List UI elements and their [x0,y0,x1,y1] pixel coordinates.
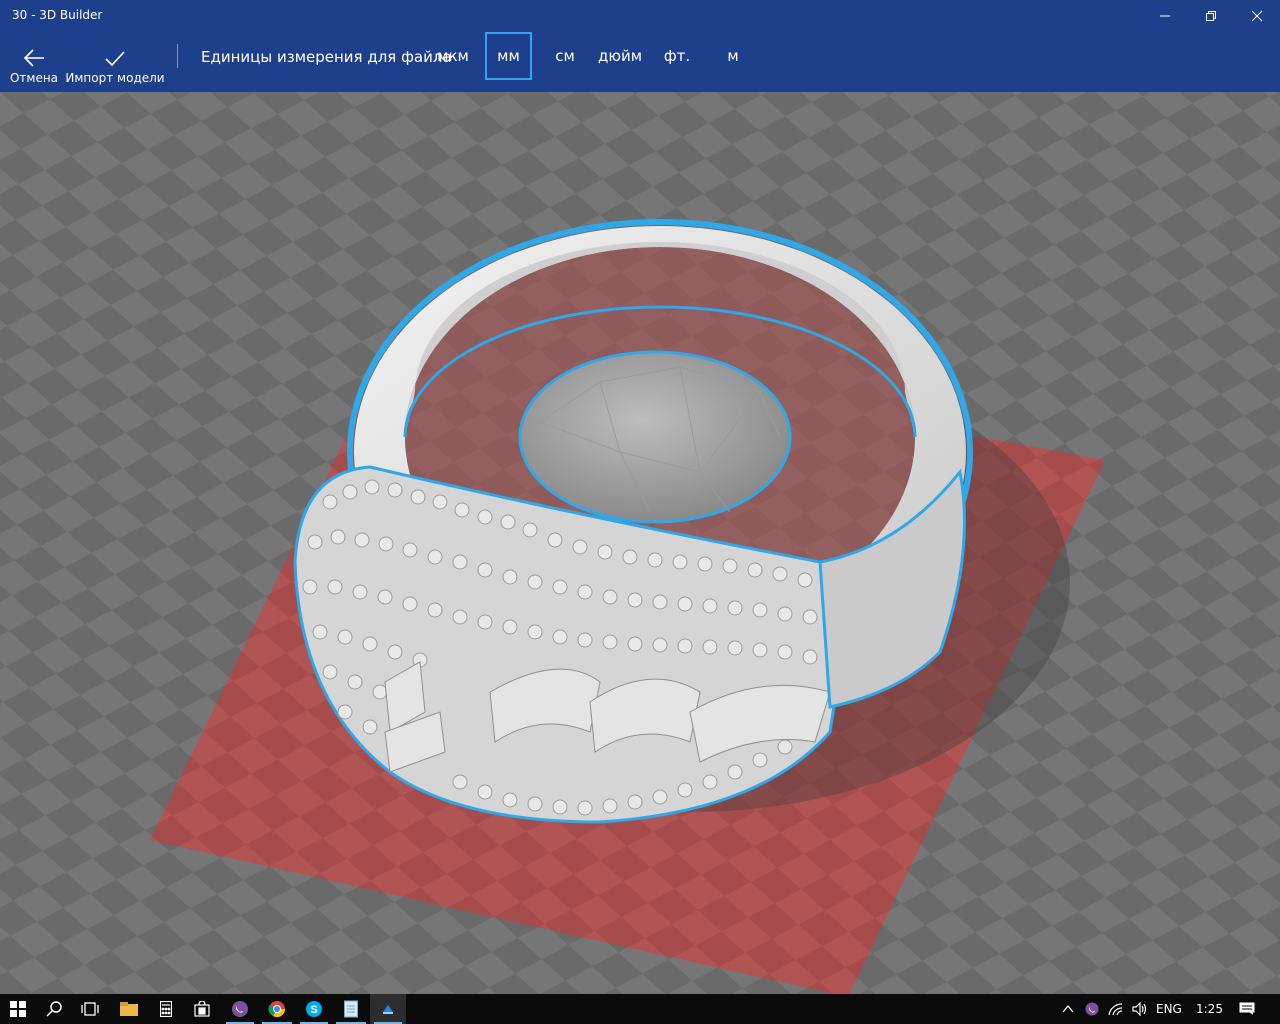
taskbar-file-explorer[interactable] [110,994,148,1024]
notifications-icon [1239,1002,1255,1015]
minimize-icon [1160,15,1170,17]
tray-viber[interactable] [1080,994,1104,1024]
viber-icon [1085,1002,1099,1016]
restore-button[interactable] [1188,0,1234,32]
action-center-button[interactable] [1232,994,1262,1024]
checkmark-icon [105,51,125,67]
start-button[interactable] [0,994,36,1024]
taskbar-calculator[interactable] [148,994,184,1024]
taskbar-store[interactable] [184,994,220,1024]
viber-icon [232,1001,248,1017]
units-label: Единицы измерения для файла [201,48,452,66]
cancel-label: Отмена [9,71,59,85]
toolbar-separator [177,44,178,68]
back-arrow-icon [23,49,44,67]
windows-icon [10,1001,26,1017]
chevron-up-icon [1062,1005,1074,1013]
taskbar-notepad[interactable] [332,994,370,1024]
notepad-icon [344,1000,358,1018]
svg-text:S: S [310,1004,317,1016]
task-view-button[interactable] [72,994,108,1024]
window-title: 30 - 3D Builder [12,8,103,22]
close-button[interactable] [1234,0,1280,32]
taskbar: S ENG 1:25 [0,994,1280,1024]
unit-option-mm[interactable]: мм [485,32,532,80]
language-indicator[interactable]: ENG [1156,1002,1182,1016]
close-icon [1251,10,1263,22]
unit-option-cm[interactable]: см [548,32,582,80]
file-explorer-icon [120,1002,138,1016]
3d-viewport[interactable] [0,92,1280,994]
search-icon [46,1001,62,1017]
tray-volume[interactable] [1128,994,1152,1024]
taskbar-chrome[interactable] [258,994,296,1024]
unit-option-ft[interactable]: фт. [660,32,694,80]
scene [0,92,1280,994]
tray-overflow-button[interactable] [1056,994,1080,1024]
chrome-icon [268,1001,286,1018]
unit-option-inch[interactable]: дюйм [596,32,644,80]
import-model-button[interactable]: Импорт модели [65,32,165,92]
task-view-icon [81,1002,99,1016]
title-bar: 30 - 3D Builder [0,0,1280,32]
cancel-button[interactable]: Отмена [8,32,60,92]
taskbar-3d-builder[interactable] [370,994,406,1024]
skype-icon: S [306,1001,322,1017]
center-gem [518,350,792,524]
calculator-icon [160,1001,172,1017]
wifi-icon [1108,1003,1123,1016]
3d-builder-icon [383,1005,393,1014]
clock[interactable]: 1:25 [1196,1002,1223,1016]
restore-icon [1206,11,1216,21]
search-button[interactable] [36,994,72,1024]
tray-network[interactable] [1104,994,1128,1024]
store-icon [194,1001,210,1017]
import-model-label: Импорт модели [65,71,165,85]
command-bar: Отмена Импорт модели Единицы измерения д… [0,32,1280,92]
volume-icon [1132,1002,1147,1016]
unit-option-m[interactable]: м [720,32,746,80]
taskbar-viber[interactable] [222,994,258,1024]
taskbar-skype[interactable]: S [296,994,332,1024]
minimize-button[interactable] [1142,0,1188,32]
unit-option-mkm[interactable]: мкм [434,32,472,80]
